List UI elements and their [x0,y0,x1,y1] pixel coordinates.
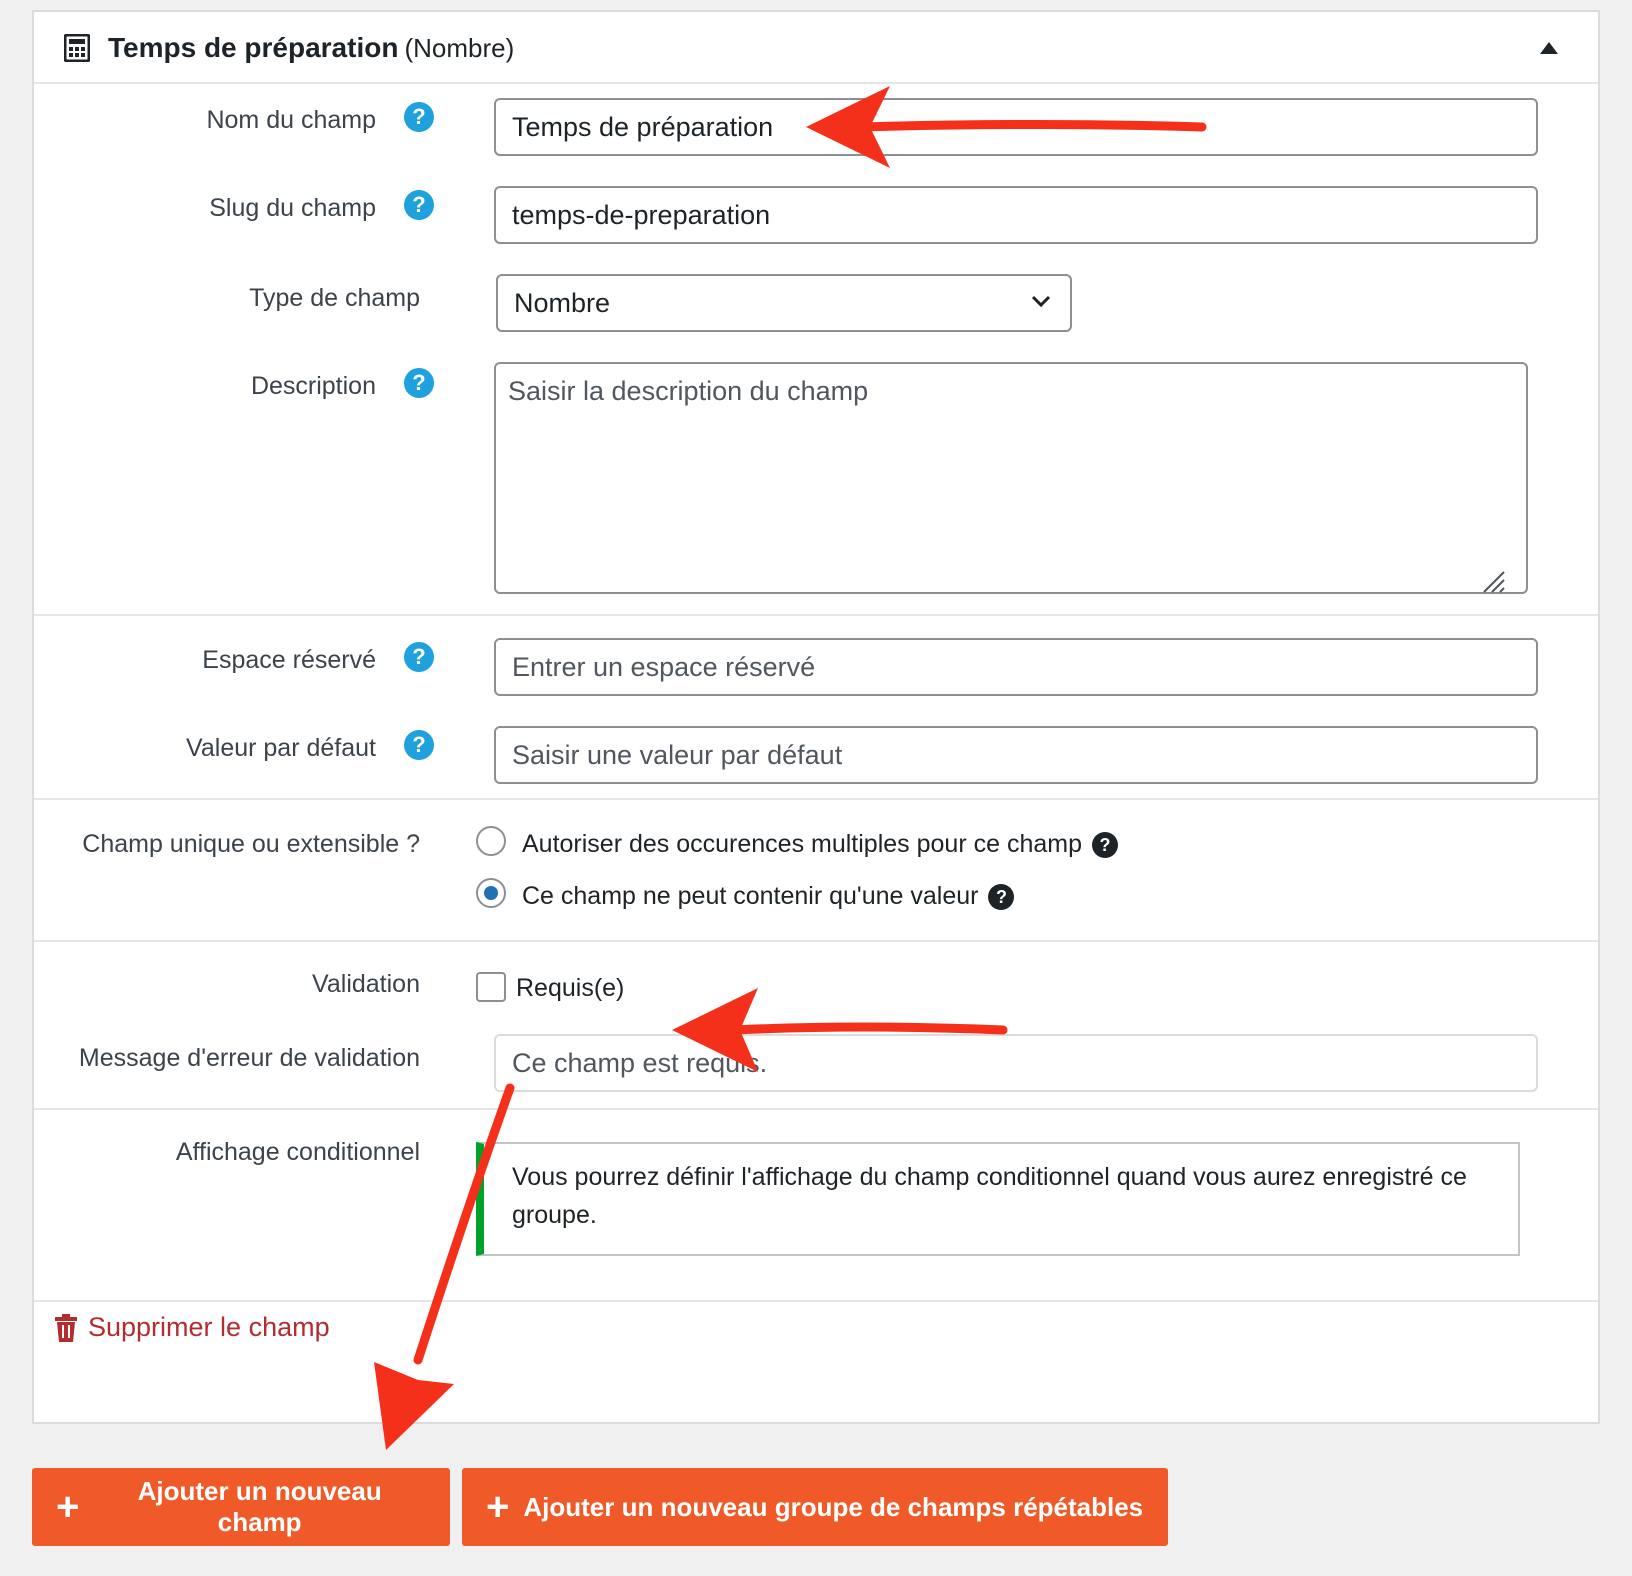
divider [34,940,1598,942]
single-option-text: Ce champ ne peut contenir qu'une valeur [522,882,979,910]
add-group-label: Ajouter un nouveau groupe de champs répé… [523,1491,1144,1522]
divider [34,798,1598,800]
question-circle-icon[interactable]: ? [1092,832,1118,859]
add-field-label: Ajouter un nouveau champ [137,1476,382,1537]
description-textarea[interactable] [494,362,1528,594]
field-title-text: Temps de préparation [108,32,399,63]
conditional-label: Affichage conditionnel [175,1138,420,1166]
unique-label: Champ unique ou extensible ? [82,830,420,858]
question-circle-icon[interactable]: ? [988,884,1015,911]
default-value-label: Valeur par défaut [186,734,376,762]
add-field-button[interactable]: + Ajouter un nouveau champ [32,1468,450,1546]
validation-label: Validation [312,970,420,998]
help-icon[interactable]: ? [404,190,434,220]
plus-icon: + [486,1485,510,1529]
field-slug-label: Slug du champ [209,194,376,222]
field-slug-input[interactable] [494,186,1538,244]
delete-field-link[interactable]: Supprimer le champ [54,1312,330,1343]
divider [34,1300,1598,1302]
plus-icon: + [56,1485,80,1529]
chevron-down-icon [1031,295,1051,308]
description-label: Description [250,372,376,400]
multiple-option-text: Autoriser des occurences multiples pour … [522,830,1082,858]
field-panel: Temps de préparation (Nombre) Nom du cham… [32,10,1600,1424]
field-name-input[interactable] [494,98,1538,156]
conditional-notice-text: Vous pourrez définir l'affichage du cham… [512,1163,1467,1229]
error-message-label: Message d'erreur de validation [78,1044,420,1072]
help-icon[interactable]: ? [404,368,434,398]
help-icon[interactable]: ? [404,102,434,132]
field-name-label: Nom du champ [206,106,376,134]
help-icon[interactable]: ? [404,730,434,760]
resize-grip-icon[interactable] [1480,568,1506,594]
field-type-tag: (Nombre) [404,33,515,63]
help-icon[interactable]: ? [404,642,434,672]
field-type-label: Type de champ [249,284,420,312]
field-header[interactable]: Temps de préparation (Nombre) [34,12,1598,84]
default-value-input[interactable] [494,726,1538,784]
divider [34,614,1598,616]
required-label: Requis(e) [516,974,625,1002]
conditional-notice: Vous pourrez définir l'affichage du cham… [476,1142,1520,1256]
collapse-triangle-icon[interactable] [1540,42,1558,54]
multiple-option: Autoriser des occurences multiples pour … [522,830,1118,859]
single-radio[interactable] [476,878,506,908]
error-message-input[interactable] [494,1034,1538,1092]
calculator-icon [64,34,90,62]
single-option: Ce champ ne peut contenir qu'une valeur? [522,882,1015,911]
divider [34,1108,1598,1110]
placeholder-label: Espace réservé [202,646,376,674]
field-type-selected: Nombre [514,288,611,318]
trash-icon [55,1313,77,1342]
field-type-select[interactable]: Nombre [496,274,1072,332]
delete-field-text: Supprimer le champ [88,1312,330,1342]
placeholder-input[interactable] [494,638,1538,696]
add-repeatable-group-button[interactable]: + Ajouter un nouveau groupe de champs ré… [462,1468,1168,1546]
required-checkbox[interactable] [476,972,506,1002]
multiple-radio[interactable] [476,826,506,856]
field-title: Temps de préparation (Nombre) [108,32,514,64]
